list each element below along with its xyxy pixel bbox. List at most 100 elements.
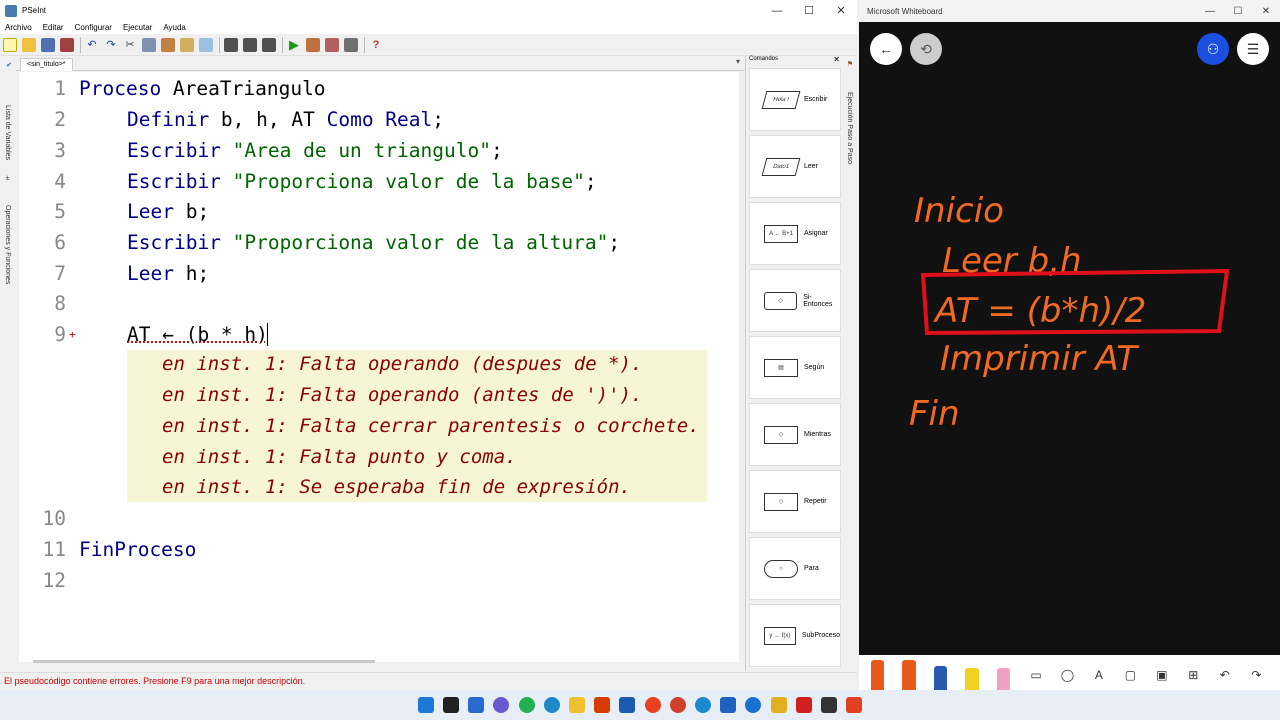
horizontal-scrollbar[interactable] xyxy=(33,660,375,663)
command-si-entonces[interactable]: ◇ Si-Entonces xyxy=(749,269,841,332)
terminal-icon[interactable] xyxy=(820,697,837,713)
step-by-step-icon[interactable]: ⚑ xyxy=(845,60,853,68)
chat-icon[interactable] xyxy=(493,697,510,713)
browser-icon[interactable] xyxy=(745,697,762,713)
right-strip: ⚑ Ejecución Paso a Paso xyxy=(843,56,857,671)
asignar-shape: A ← B+1 xyxy=(764,224,798,243)
error-message: en inst. 1: Se esperaba fin de expresión… xyxy=(162,476,631,498)
help-icon[interactable]: ? xyxy=(369,38,383,52)
save-as-icon[interactable] xyxy=(60,37,74,52)
pseint-app-icon xyxy=(5,4,17,17)
replace-icon[interactable] xyxy=(262,37,276,52)
line-number: 6 xyxy=(54,231,66,254)
command-para[interactable]: ○ Para xyxy=(749,537,841,600)
paste-icon[interactable] xyxy=(161,37,175,52)
variables-list-tab[interactable]: Lista de Variables xyxy=(4,105,11,160)
code-line-2: Definir b, h, AT Como Real; xyxy=(127,108,445,131)
line-number: 9 xyxy=(54,323,66,346)
whatsapp-icon[interactable] xyxy=(518,697,535,713)
menu-configurar[interactable]: Configurar xyxy=(75,23,112,32)
eraser-icon[interactable] xyxy=(996,668,1011,690)
error-marker-icon: + xyxy=(69,328,76,341)
chrome-icon[interactable] xyxy=(669,697,686,713)
cut-icon[interactable]: ✂ xyxy=(123,38,137,52)
code-line-7: Leer h; xyxy=(127,262,210,285)
text-icon[interactable]: A xyxy=(1091,660,1106,690)
highlighter-icon[interactable] xyxy=(965,668,979,690)
functions-icon[interactable]: ± xyxy=(4,175,11,182)
copy-icon[interactable] xyxy=(142,37,156,52)
si-entonces-icon: ◇ xyxy=(764,291,798,310)
note-icon[interactable]: ▢ xyxy=(1123,660,1138,690)
menu-ayuda[interactable]: Ayuda xyxy=(163,23,186,32)
code-line-9: AT ← (b * h) xyxy=(127,323,268,346)
new-file-icon[interactable] xyxy=(3,37,17,52)
undo-wb-icon[interactable]: ↶ xyxy=(1217,660,1232,690)
whiteboard-canvas[interactable]: Inicio Leer b,h AT = (b*h)/2 Imprimir AT… xyxy=(859,0,1280,690)
code-line-5: Leer b; xyxy=(127,200,210,223)
command-asignar[interactable]: A ← B+1 Asignar xyxy=(749,202,841,265)
redo-icon[interactable]: ↷ xyxy=(104,38,118,52)
code-editor[interactable]: 1 2 3 4 5 6 7 8 9 + 10 11 12 Proceso Are… xyxy=(19,72,739,662)
diagram-icon[interactable] xyxy=(344,37,358,52)
line-number: 11 xyxy=(42,538,66,561)
firefox-icon[interactable] xyxy=(644,697,661,713)
image-icon[interactable]: ▣ xyxy=(1154,660,1169,690)
find-icon[interactable] xyxy=(224,37,238,52)
error-message: en inst. 1: Falta punto y coma. xyxy=(162,446,517,468)
tab-sin-titulo[interactable]: <sin_titulo>* xyxy=(20,58,73,71)
close-commands-icon[interactable]: ✕ xyxy=(833,55,840,64)
command-subproceso[interactable]: y ← f(x) SubProceso xyxy=(749,604,841,667)
menu-editar[interactable]: Editar xyxy=(43,23,64,32)
step-by-step-tab[interactable]: Ejecución Paso a Paso xyxy=(846,92,853,164)
widgets-icon[interactable] xyxy=(468,697,485,713)
command-leer[interactable]: Dato1 Leer xyxy=(749,135,841,198)
line-number: 1 xyxy=(54,77,66,100)
flowchart-icon[interactable] xyxy=(325,37,339,52)
pen-orange-icon[interactable] xyxy=(870,660,885,690)
add-icon[interactable]: ⊞ xyxy=(1186,660,1201,690)
indent-icon[interactable] xyxy=(199,37,213,52)
close-button[interactable]: ✕ xyxy=(825,0,857,21)
find-next-icon[interactable] xyxy=(243,37,257,52)
pdf-icon[interactable] xyxy=(795,697,812,713)
command-escribir[interactable]: Hola ! Escribir xyxy=(749,68,841,131)
tab-dropdown-icon[interactable]: ▾ xyxy=(736,57,740,66)
pen-orange-2-icon[interactable] xyxy=(902,660,916,690)
command-repetir[interactable]: ◇ Repetir xyxy=(749,470,841,533)
office-icon[interactable] xyxy=(594,697,611,713)
ruler-icon[interactable]: ▭ xyxy=(1028,660,1043,690)
variables-icon[interactable]: ✔ xyxy=(4,61,12,69)
edge-dev-icon[interactable] xyxy=(694,697,711,713)
line-number: 12 xyxy=(42,569,66,592)
lasso-icon[interactable]: ◯ xyxy=(1060,660,1075,690)
comment-icon[interactable] xyxy=(180,37,194,52)
edge-icon[interactable] xyxy=(543,697,560,713)
minimize-button[interactable]: — xyxy=(761,0,793,21)
zoom-icon[interactable] xyxy=(720,697,737,713)
mail-icon[interactable] xyxy=(619,697,636,713)
pseint-window: PSeInt — ☐ ✕ Archivo Editar Configurar E… xyxy=(0,0,857,690)
maximize-button[interactable]: ☐ xyxy=(793,0,825,21)
pen-blue-icon[interactable] xyxy=(933,666,948,690)
repetir-icon: ◇ xyxy=(764,492,798,511)
command-mientras[interactable]: ◇ Mientras xyxy=(749,403,841,466)
save-icon[interactable] xyxy=(41,37,55,52)
line-number: 4 xyxy=(54,170,66,193)
whiteboard-taskbar-icon[interactable] xyxy=(846,697,863,713)
redo-wb-icon[interactable]: ↷ xyxy=(1249,660,1264,690)
undo-icon[interactable]: ↶ xyxy=(85,38,99,52)
handwriting-inicio: Inicio xyxy=(914,191,1004,231)
open-file-icon[interactable] xyxy=(22,37,36,52)
start-icon[interactable] xyxy=(417,697,434,713)
explorer-icon[interactable] xyxy=(569,697,586,713)
menu-ejecutar[interactable]: Ejecutar xyxy=(123,23,152,32)
line-number: 3 xyxy=(54,139,66,162)
pseint-taskbar-icon[interactable] xyxy=(770,697,787,713)
operations-functions-tab[interactable]: Operaciones y Funciones xyxy=(4,205,11,284)
taskview-icon[interactable] xyxy=(443,697,460,713)
menu-archivo[interactable]: Archivo xyxy=(5,23,32,32)
command-segun[interactable]: ▤ Según xyxy=(749,336,841,399)
run-icon[interactable]: ▶ xyxy=(287,37,301,52)
step-icon[interactable] xyxy=(306,37,320,52)
